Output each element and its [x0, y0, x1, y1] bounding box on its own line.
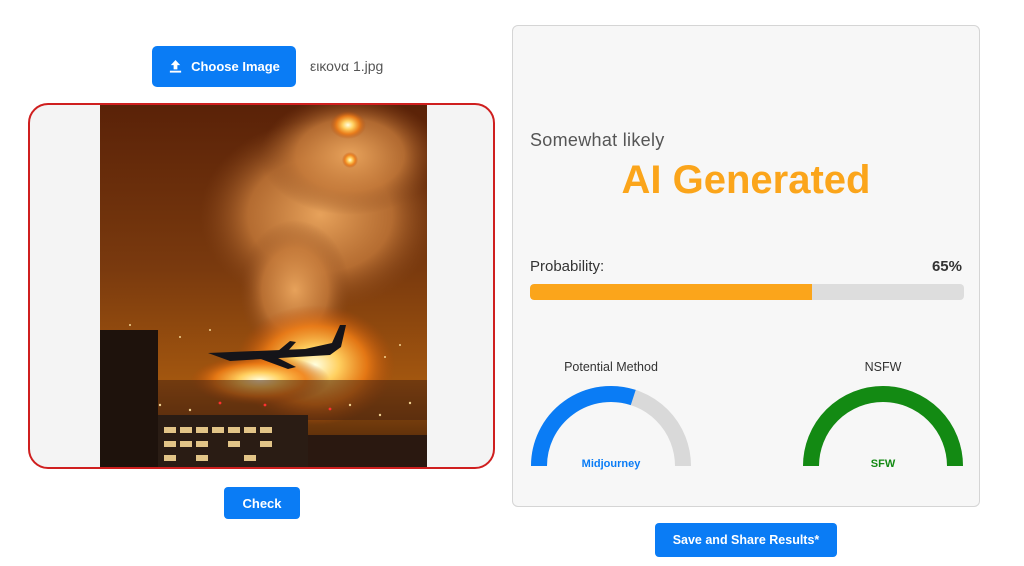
gauge-label-method: Midjourney	[581, 458, 641, 470]
gauge-label-nsfw: SFW	[870, 458, 896, 470]
method-gauge-arc	[531, 386, 636, 467]
gauge-title-method: Potential Method	[564, 360, 658, 374]
gauge-title-nsfw: NSFW	[864, 360, 902, 374]
probability-value: 65%	[931, 258, 962, 275]
check-button[interactable]: Check	[224, 487, 300, 519]
uploaded-photo	[100, 105, 427, 467]
verdict-text: AI Generated	[621, 158, 871, 202]
choose-image-label: Choose Image	[191, 59, 280, 74]
probability-bar	[530, 284, 964, 300]
upload-icon	[169, 59, 182, 73]
image-preview	[28, 103, 495, 469]
probability-label: Probability:	[530, 258, 605, 275]
nsfw-gauge-arc	[803, 386, 963, 467]
save-share-button[interactable]: Save and Share Results*	[655, 523, 837, 557]
likelihood-text: Somewhat likely	[530, 130, 665, 150]
choose-image-button[interactable]: Choose Image	[152, 46, 296, 87]
result-card: Somewhat likely AI Generated Probability…	[512, 25, 980, 507]
file-name: εικονα 1.jpg	[310, 58, 384, 74]
probability-bar-fill	[530, 284, 813, 300]
